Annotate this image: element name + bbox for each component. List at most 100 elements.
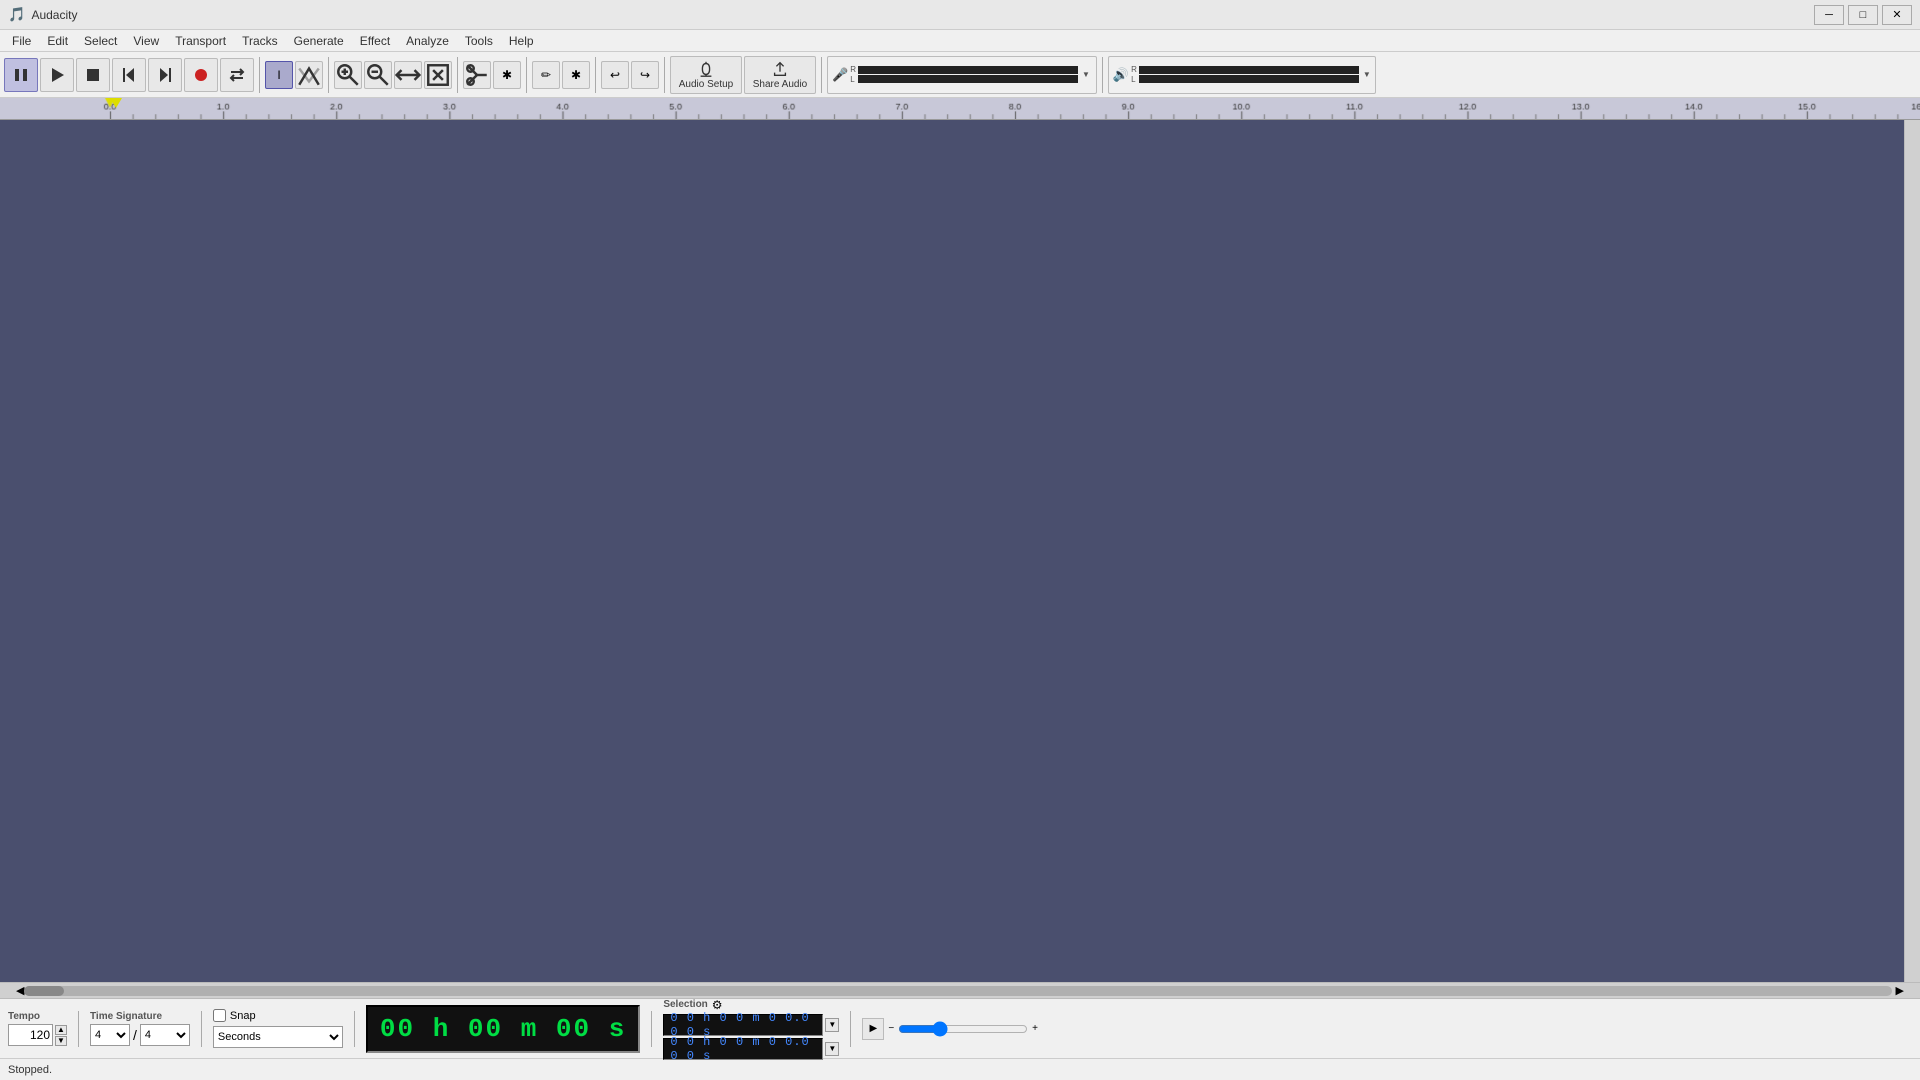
ruler: [0, 98, 1920, 120]
time-sig-sep: /: [133, 1027, 137, 1043]
time-value: 00 h 00 m 00 s: [380, 1014, 626, 1044]
main-track-area[interactable]: [0, 120, 1920, 982]
menu-effect[interactable]: Effect: [352, 30, 398, 51]
skip-end-button[interactable]: [148, 58, 182, 92]
sep2: [328, 57, 329, 93]
zoom-plus-icon: +: [1032, 1023, 1038, 1034]
horizontal-scrollbar[interactable]: ◀ ▶: [0, 982, 1920, 998]
multi-tool-button[interactable]: ✱: [562, 61, 590, 89]
redo-button[interactable]: ↪: [631, 61, 659, 89]
time-sig-denominator[interactable]: 482: [140, 1024, 190, 1046]
tempo-up-button[interactable]: ▲: [55, 1025, 67, 1035]
time-sig-numerator[interactable]: 4362: [90, 1024, 130, 1046]
zoom-track-button[interactable]: [424, 61, 452, 89]
title-bar: 🎵 Audacity ─ □ ✕: [0, 0, 1920, 30]
time-sig-row: 4362 / 482: [90, 1024, 190, 1046]
time-sig-section: Time Signature 4362 / 482: [90, 1011, 190, 1046]
record-button[interactable]: [184, 58, 218, 92]
menu-tools[interactable]: Tools: [457, 30, 501, 51]
window-controls: ─ □ ✕: [1814, 5, 1912, 25]
silence-button[interactable]: ✱: [493, 61, 521, 89]
audio-setup-label: Audio Setup: [679, 79, 734, 90]
tempo-section: Tempo ▲ ▼: [8, 1011, 67, 1046]
snap-checkbox[interactable]: [213, 1009, 226, 1022]
minimize-button[interactable]: ─: [1814, 5, 1844, 25]
sel-start-down-button[interactable]: ▼: [825, 1018, 839, 1032]
maximize-button[interactable]: □: [1848, 5, 1878, 25]
snap-label: Snap: [230, 1010, 256, 1022]
bottom-bar: Tempo ▲ ▼ Time Signature 4362 / 482 Snap: [0, 998, 1920, 1058]
pencil-tool-button[interactable]: ✏: [532, 61, 560, 89]
sel-start-display: 0 0 h 0 0 m 0 0.0 0 0 s: [663, 1014, 823, 1036]
input-meter: 🎤 R L ▼: [827, 56, 1097, 94]
skip-start-button[interactable]: [112, 58, 146, 92]
stop-button[interactable]: [76, 58, 110, 92]
sep5: [595, 57, 596, 93]
sep-bottom3: [354, 1011, 355, 1047]
sep-bottom2: [201, 1011, 202, 1047]
zoom-fit-button[interactable]: [394, 61, 422, 89]
scroll-right-button[interactable]: ▶: [1896, 984, 1904, 997]
tempo-input[interactable]: [8, 1024, 53, 1046]
sep-bottom4: [651, 1011, 652, 1047]
output-meter: 🔊 R L ▼: [1108, 56, 1376, 94]
app-title: Audacity: [31, 8, 1814, 22]
audio-setup-button[interactable]: Audio Setup: [670, 56, 742, 94]
sep6: [664, 57, 665, 93]
play-region-button[interactable]: ▶: [862, 1018, 884, 1040]
pause-button[interactable]: [4, 58, 38, 92]
zoom-in-button[interactable]: [334, 61, 362, 89]
menu-tracks[interactable]: Tracks: [234, 30, 286, 51]
scroll-track[interactable]: [24, 986, 1891, 996]
time-sig-label: Time Signature: [90, 1011, 190, 1022]
selection-gear-icon[interactable]: ⚙: [712, 998, 723, 1012]
snap-checkbox-row: Snap: [213, 1009, 343, 1022]
sel-start-row: 0 0 h 0 0 m 0 0.0 0 0 s ▼: [663, 1014, 839, 1036]
sel-end-display: 0 0 h 0 0 m 0 0.0 0 0 s: [663, 1038, 823, 1060]
menu-file[interactable]: File: [4, 30, 39, 51]
share-audio-button[interactable]: Share Audio: [744, 56, 816, 94]
scroll-left-button[interactable]: ◀: [16, 984, 24, 997]
play-region-section: ▶ − +: [862, 1018, 1038, 1040]
snap-section: Snap Seconds Bars and Beats Milliseconds: [213, 1009, 343, 1048]
tempo-spinners: ▲ ▼: [55, 1025, 67, 1046]
undo-button[interactable]: ↩: [601, 61, 629, 89]
close-button[interactable]: ✕: [1882, 5, 1912, 25]
envelope-tool-button[interactable]: [295, 61, 323, 89]
menu-select[interactable]: Select: [76, 30, 125, 51]
sel-end-row: 0 0 h 0 0 m 0 0.0 0 0 s ▼: [663, 1038, 839, 1060]
sep4: [526, 57, 527, 93]
tempo-down-button[interactable]: ▼: [55, 1036, 67, 1046]
status-text: Stopped.: [8, 1064, 52, 1076]
sel-end-down-button[interactable]: ▼: [825, 1042, 839, 1056]
zoom-slider[interactable]: [898, 1021, 1028, 1037]
zoom-out-button[interactable]: [364, 61, 392, 89]
loop-button[interactable]: [220, 58, 254, 92]
selection-label: Selection: [663, 999, 707, 1010]
tempo-label: Tempo: [8, 1011, 67, 1022]
scroll-thumb[interactable]: [24, 986, 64, 996]
sep1: [259, 57, 260, 93]
zoom-minus-icon: −: [888, 1023, 894, 1034]
speaker-icon: 🔊: [1113, 67, 1129, 83]
menu-transport[interactable]: Transport: [167, 30, 234, 51]
select-tool-button[interactable]: I: [265, 61, 293, 89]
sep-bottom5: [850, 1011, 851, 1047]
trim-button[interactable]: [463, 61, 491, 89]
sep-bottom1: [78, 1011, 79, 1047]
status-bar: Stopped.: [0, 1058, 1920, 1080]
menu-edit[interactable]: Edit: [39, 30, 76, 51]
menu-view[interactable]: View: [125, 30, 167, 51]
playhead: [110, 98, 122, 108]
play-button[interactable]: [40, 58, 74, 92]
menu-generate[interactable]: Generate: [286, 30, 352, 51]
menu-help[interactable]: Help: [501, 30, 542, 51]
app-icon: 🎵: [8, 6, 25, 23]
vertical-scrollbar[interactable]: [1904, 120, 1920, 982]
snap-unit-select[interactable]: Seconds Bars and Beats Milliseconds: [213, 1026, 343, 1048]
menu-analyze[interactable]: Analyze: [398, 30, 457, 51]
mic-icon: 🎤: [832, 67, 848, 83]
sep8: [1102, 57, 1103, 93]
selection-section: Selection ⚙ 0 0 h 0 0 m 0 0.0 0 0 s ▼ 0 …: [663, 998, 839, 1060]
time-display: 00 h 00 m 00 s: [366, 1005, 640, 1053]
